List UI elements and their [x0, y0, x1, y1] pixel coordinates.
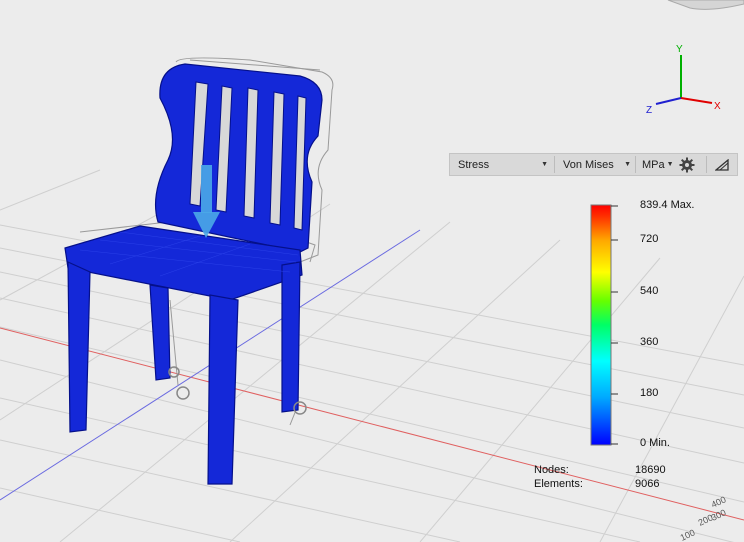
axis-label-y: Y	[676, 44, 683, 55]
gear-icon[interactable]	[676, 154, 698, 175]
elements-value: 9066	[635, 478, 660, 490]
legend-tick-marks	[611, 205, 618, 445]
chevron-down-icon: ▼	[541, 161, 548, 168]
result-type-dropdown[interactable]: Stress ▼	[450, 154, 554, 175]
triangle-probe-icon[interactable]	[707, 154, 737, 175]
criterion-label: Von Mises	[563, 158, 614, 171]
result-type-label: Stress	[458, 158, 490, 171]
x-axis-line	[0, 327, 744, 521]
results-toolbar: Stress ▼ Von Mises ▼ MPa ▼	[449, 153, 738, 176]
nodes-value: 18690	[635, 464, 666, 476]
elements-label: Elements:	[534, 478, 583, 490]
3d-viewport[interactable]: Y X Z 400 300 200 100	[0, 0, 744, 542]
legend-color-bar	[590, 204, 612, 446]
nodes-label: Nodes:	[534, 464, 569, 476]
legend-max-label: 839.4 Max.	[640, 199, 695, 211]
ground-grid	[0, 169, 744, 542]
legend-tick-label: 720	[640, 233, 659, 245]
legend-tick-label: 540	[640, 285, 659, 297]
legend-tick-label: 360	[640, 336, 659, 348]
axis-label-z: Z	[646, 105, 652, 116]
chair-leg-front-left	[67, 261, 91, 433]
chair-leg-back-right	[281, 261, 301, 413]
chevron-down-icon: ▼	[624, 161, 631, 168]
criterion-dropdown[interactable]: Von Mises ▼	[555, 154, 635, 175]
legend-tick-label: 180	[640, 387, 659, 399]
units-dropdown[interactable]: MPa ▼	[636, 154, 676, 175]
chair-leg-front-right	[207, 294, 239, 485]
chair-leg-back-left	[149, 284, 171, 381]
chevron-down-icon: ▼	[666, 161, 674, 168]
svg-text:400: 400	[710, 494, 728, 509]
view-cube-icon[interactable]	[667, 0, 744, 10]
units-label: MPa	[642, 158, 665, 171]
axis-triad: Y X Z	[646, 44, 721, 116]
axis-label-x: X	[714, 101, 721, 112]
legend-min-label: 0 Min.	[640, 437, 670, 449]
